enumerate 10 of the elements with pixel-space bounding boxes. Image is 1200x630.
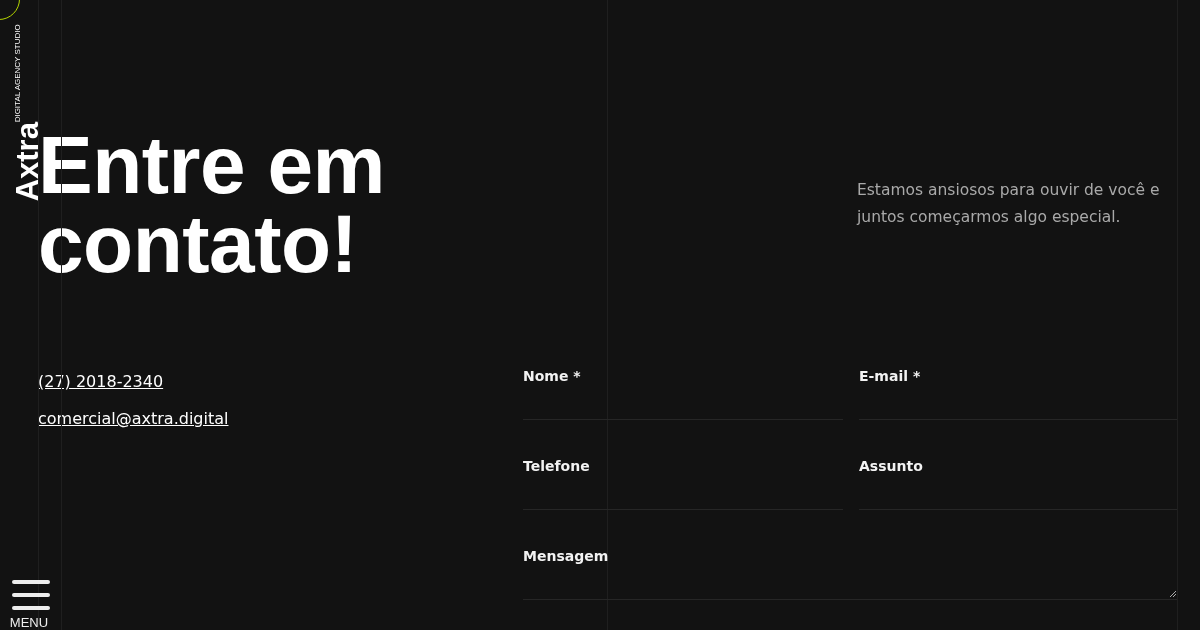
intro-text: Estamos ansiosos para ouvir de você e juntos começarmos algo especial. [857, 180, 1161, 228]
input-field[interactable]: E-mail * [859, 367, 1177, 420]
menu-button[interactable]: MENU [8, 580, 50, 630]
message-field[interactable]: Mensagem [523, 547, 1177, 600]
input-field[interactable]: Telefone [523, 457, 843, 510]
menu-icon [12, 580, 50, 610]
resize-handle-icon[interactable] [1169, 590, 1177, 598]
contact-link[interactable]: comercial@axtra.digital [38, 408, 229, 429]
input-field[interactable]: Nome * [523, 367, 843, 420]
input-field[interactable]: Assunto [859, 457, 1177, 510]
